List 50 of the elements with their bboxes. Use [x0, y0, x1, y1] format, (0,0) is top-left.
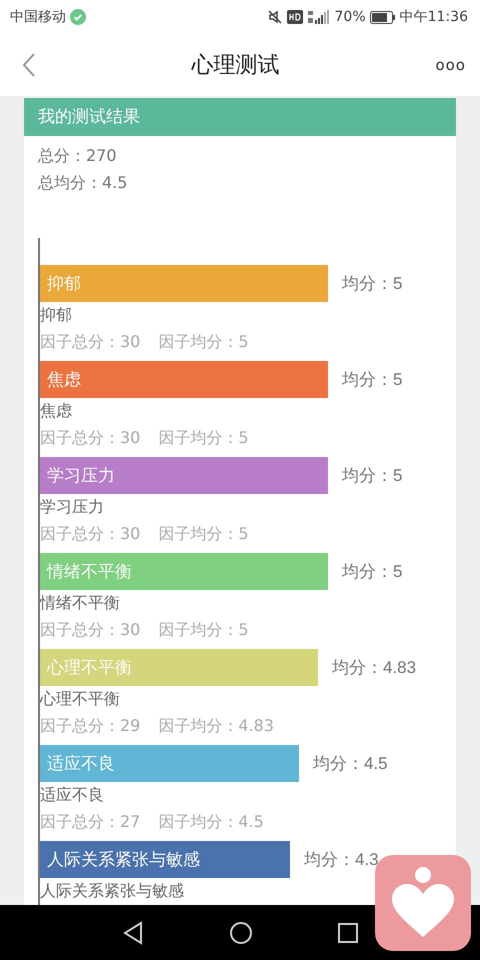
- average-score: 均分：4.83: [332, 657, 416, 679]
- back-icon[interactable]: [22, 52, 36, 78]
- average-score: 均分：5: [342, 465, 402, 487]
- more-button[interactable]: ooo: [435, 56, 466, 74]
- average-score: 均分：4.5: [313, 753, 388, 775]
- average-score: 均分：5: [342, 273, 402, 295]
- factor-total: 因子总分：30: [40, 331, 140, 353]
- factor-total: 因子总分：30: [40, 427, 140, 449]
- back-nav-icon[interactable]: [122, 920, 144, 944]
- overall-average: 总均分：4.5: [38, 172, 128, 194]
- factor-bar: 学习压力: [40, 457, 328, 494]
- factor-name: 抑郁: [40, 304, 72, 326]
- factor-name: 焦虑: [40, 400, 72, 422]
- factor-total: 因子总分：30: [40, 619, 140, 641]
- factor-name: 人际关系紧张与敏感: [40, 880, 184, 902]
- average-score: 均分：5: [342, 561, 402, 583]
- factor-bar: 抑郁: [40, 265, 328, 302]
- card-header: 我的测试结果: [24, 98, 456, 136]
- factor-total: 因子总分：27: [40, 811, 140, 833]
- factor-bar: 人际关系紧张与敏感: [40, 841, 290, 878]
- factor-total: 因子总分：30: [40, 523, 140, 545]
- average-score: 均分：5: [342, 369, 402, 391]
- clock-time: 中午11:36: [400, 8, 468, 26]
- factor-bar: 焦虑: [40, 361, 328, 398]
- factor-average: 因子均分：5: [158, 523, 249, 545]
- factor-name: 情绪不平衡: [40, 592, 120, 614]
- mute-icon: [266, 9, 283, 25]
- factor-average: 因子均分：5: [158, 331, 249, 353]
- factor-average: 因子均分：5: [158, 619, 249, 641]
- factor-total: 因子总分：29: [40, 715, 140, 737]
- recents-nav-icon[interactable]: [338, 922, 358, 942]
- factor-average: 因子均分：4.83: [158, 715, 274, 737]
- factor-bar: 情绪不平衡: [40, 553, 328, 590]
- page-title: 心理测试: [190, 52, 281, 80]
- verified-icon: [70, 9, 86, 25]
- signal-icon: [306, 10, 331, 24]
- factor-name: 适应不良: [40, 784, 104, 806]
- home-nav-icon[interactable]: [228, 920, 253, 944]
- battery-icon: [370, 10, 396, 24]
- battery-percent: 70%: [334, 9, 366, 25]
- total-score: 总分：270: [38, 145, 117, 167]
- carrier-name: 中国移动: [10, 8, 66, 26]
- factor-average: 因子均分：5: [158, 427, 249, 449]
- average-score: 均分：4.3: [304, 849, 379, 871]
- factor-name: 心理不平衡: [40, 688, 120, 710]
- factor-name: 学习压力: [40, 496, 104, 518]
- factor-bar: 心理不平衡: [40, 649, 318, 686]
- factor-bar: 适应不良: [40, 745, 299, 782]
- factor-average: 因子均分：4.5: [158, 811, 264, 833]
- hd-icon: [286, 10, 303, 24]
